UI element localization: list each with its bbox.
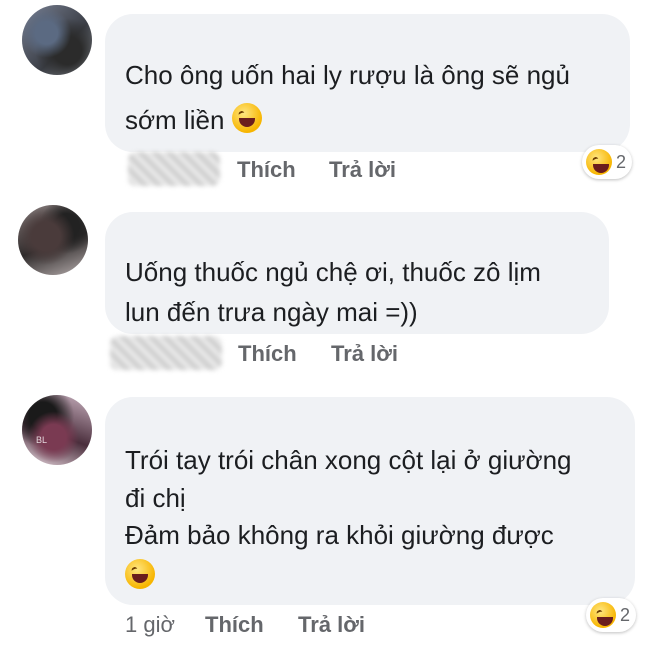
comment-emoji-line (125, 556, 155, 597)
reaction-summary[interactable]: 2 (586, 598, 637, 632)
laughing-emoji-icon (590, 602, 616, 628)
avatar-tag: BL (36, 435, 48, 445)
comment-text-line: Trói tay trói chân xong cột lại ở giường (125, 445, 572, 475)
comment-text-line: Cho ông uốn hai ly rượu là ông sẽ ngủ (125, 60, 570, 90)
commenter-avatar[interactable] (18, 205, 88, 275)
like-button[interactable]: Thích (238, 341, 297, 367)
laughing-tears-emoji-icon (125, 559, 155, 589)
redacted-timestamp (110, 336, 222, 370)
comment-text-line: đi chị (125, 483, 186, 513)
comment-text-segment: sớm liền (125, 105, 225, 135)
comment-text-line: sớm liền (125, 100, 262, 141)
reply-button[interactable]: Trả lời (298, 612, 365, 638)
reply-button[interactable]: Trả lời (331, 341, 398, 367)
reaction-summary[interactable]: 2 (582, 145, 633, 179)
like-button[interactable]: Thích (237, 157, 296, 183)
redacted-timestamp (128, 152, 220, 186)
comment-timestamp[interactable]: 1 giờ (125, 612, 175, 638)
reply-button[interactable]: Trả lời (329, 157, 396, 183)
commenter-avatar[interactable] (22, 5, 92, 75)
comment-text-line: lun đến trưa ngày mai =)) (125, 297, 418, 327)
comment-text-line: Uống thuốc ngủ chệ ơi, thuốc zô lịm (125, 257, 541, 287)
comment-text-line: Đảm bảo không ra khỏi giường được (125, 520, 554, 550)
laughing-emoji-icon (586, 149, 612, 175)
reaction-count: 2 (616, 151, 627, 172)
reaction-count: 2 (620, 604, 631, 625)
rolling-laughing-emoji-icon (231, 103, 262, 133)
like-button[interactable]: Thích (205, 612, 264, 638)
commenter-avatar[interactable]: BL (22, 395, 92, 465)
